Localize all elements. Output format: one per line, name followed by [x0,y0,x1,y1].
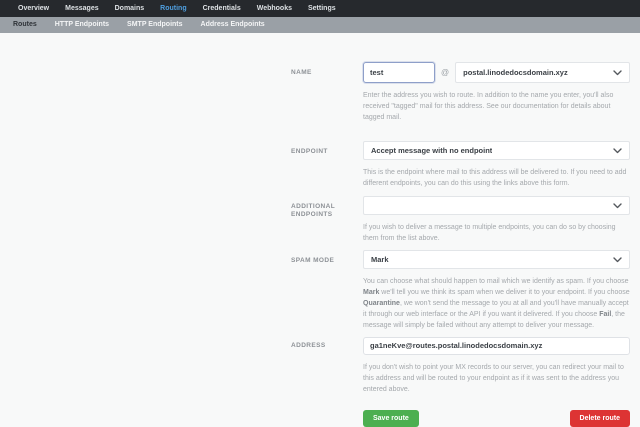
spam-mode-row: SPAM MODE Mark You can choose what shoul… [291,250,630,331]
spam-mode-select[interactable]: Mark [363,250,630,269]
route-form: NAME @ postal.linodedocsdomain.xyz Enter… [291,62,630,427]
endpoint-select[interactable]: Accept message with no endpoint [363,141,630,160]
additional-endpoints-row: ADDITIONAL ENDPOINTS If you wish to deli… [291,196,630,244]
save-route-button[interactable]: Save route [363,410,419,427]
tab-messages[interactable]: Messages [57,0,106,17]
chevron-down-icon [613,148,622,154]
tab-settings[interactable]: Settings [300,0,344,17]
name-help-text: Enter the address you wish to route. In … [363,90,630,123]
domain-select[interactable]: postal.linodedocsdomain.xyz [455,62,630,83]
additional-endpoints-help-text: If you wish to deliver a message to mult… [363,222,630,244]
additional-endpoints-label: ADDITIONAL ENDPOINTS [291,196,353,244]
tab-domains[interactable]: Domains [107,0,153,17]
endpoint-label: ENDPOINT [291,141,353,189]
spam-mode-select-value: Mark [371,255,389,264]
chevron-down-icon [613,70,622,76]
route-address-input[interactable] [363,337,630,355]
chevron-down-icon [613,257,622,263]
at-symbol: @ [441,68,449,77]
tab-credentials[interactable]: Credentials [195,0,249,17]
address-help-text: If you don't wish to point your MX recor… [363,362,630,395]
name-row: NAME @ postal.linodedocsdomain.xyz Enter… [291,62,630,123]
name-label: NAME [291,62,353,123]
endpoint-row: ENDPOINT Accept message with no endpoint… [291,141,630,189]
address-label: ADDRESS [291,335,353,395]
subnav-routes[interactable]: Routes [4,17,46,33]
buttons-row: Save route Delete route [291,410,630,427]
spam-mode-help-text: You can choose what should happen to mai… [363,276,630,331]
subnav-http-endpoints[interactable]: HTTP Endpoints [46,17,118,33]
sub-nav: Routes HTTP Endpoints SMTP Endpoints Add… [0,17,640,33]
top-nav: Overview Messages Domains Routing Creden… [0,0,640,17]
subnav-address-endpoints[interactable]: Address Endpoints [192,17,274,33]
tab-overview[interactable]: Overview [10,0,57,17]
endpoint-help-text: This is the endpoint where mail to this … [363,167,630,189]
address-row: ADDRESS If you don't wish to point your … [291,335,630,395]
additional-endpoints-select[interactable] [363,196,630,215]
tab-webhooks[interactable]: Webhooks [249,0,300,17]
domain-select-value: postal.linodedocsdomain.xyz [463,68,568,77]
route-name-input[interactable] [363,62,435,83]
spam-mode-label: SPAM MODE [291,250,353,331]
chevron-down-icon [613,203,622,209]
subnav-smtp-endpoints[interactable]: SMTP Endpoints [118,17,191,33]
endpoint-select-value: Accept message with no endpoint [371,146,492,155]
tab-routing[interactable]: Routing [152,0,194,17]
delete-route-button[interactable]: Delete route [570,410,630,427]
